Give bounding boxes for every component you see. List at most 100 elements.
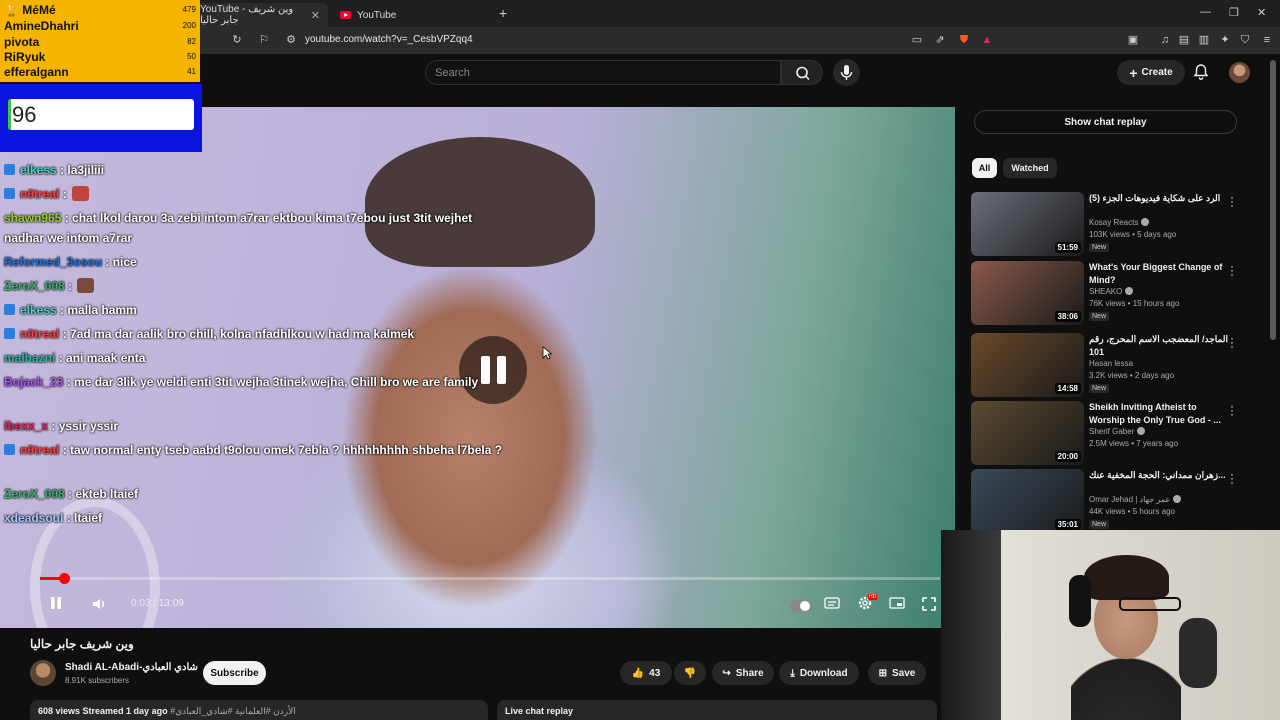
music-icon[interactable]: ♫ (1159, 34, 1171, 46)
subscribe-button[interactable]: Subscribe (203, 661, 266, 685)
notifications-bell-icon[interactable] (1192, 63, 1210, 81)
recommended-channel[interactable]: Omar Jehad | عمر جهاد (1089, 495, 1170, 504)
recommended-channel-line: Sherif Gaber (1089, 427, 1146, 436)
fullscreen-button[interactable] (921, 596, 937, 615)
download-button[interactable]: ⤓ Download (779, 661, 859, 685)
url-field[interactable]: youtube.com/watch?v=_CesbVPZqq4 (305, 34, 473, 45)
webcam-background (941, 530, 1001, 720)
video-thumbnail[interactable]: 20:00 (971, 401, 1084, 465)
vpn-icon[interactable]: ⛉ (1239, 34, 1251, 46)
more-options-icon[interactable]: · · · (1230, 400, 1234, 420)
chip-watched[interactable]: Watched (1003, 158, 1057, 178)
miniplayer-button[interactable] (889, 596, 905, 613)
subtitles-button[interactable] (824, 596, 840, 613)
chip-all[interactable]: All (972, 158, 997, 178)
recommended-channel[interactable]: SHEAKO (1089, 287, 1122, 296)
search-input[interactable]: Search (425, 60, 781, 85)
recommended-channel[interactable]: Sherif Gaber (1089, 427, 1134, 436)
site-info-icon[interactable]: ⚙ (285, 34, 297, 46)
recommended-video[interactable]: 38:06 What's Your Biggest Change of Mind?… (971, 260, 1256, 325)
rewards-icon[interactable]: ▲ (981, 34, 993, 46)
more-options-icon[interactable]: · · · (1230, 332, 1234, 352)
show-chat-replay-button[interactable]: Show chat replay (974, 110, 1237, 134)
recommended-video[interactable]: 20:00 Sheikh Inviting Atheist to Worship … (971, 400, 1256, 465)
recommended-title[interactable]: Sheikh Inviting Atheist to Worship the O… (1089, 401, 1229, 427)
autoplay-toggle[interactable] (790, 600, 812, 612)
volume-icon (93, 599, 104, 609)
more-options-icon[interactable]: · · · (1230, 191, 1234, 211)
reload-icon[interactable]: ↻ (231, 34, 243, 46)
close-tab-icon[interactable]: ✕ (311, 9, 320, 22)
account-avatar[interactable] (1229, 62, 1250, 83)
duration-badge: 51:59 (1054, 242, 1081, 253)
sidebar-toggle-icon[interactable]: ▣ (1127, 34, 1139, 46)
leaderboard-row: RiRyuk 50 (4, 50, 196, 65)
more-options-icon[interactable]: · · · (1230, 468, 1234, 488)
new-tab-icon[interactable]: + (499, 5, 507, 21)
duration-badge: 35:01 (1054, 519, 1081, 530)
video-thumbnail[interactable]: 14:58 (971, 333, 1084, 397)
chat-text: : 7ad ma dar aalik bro chill, kolna nfad… (59, 327, 415, 341)
description-box[interactable]: 608 views Streamed 1 day ago #الأردن #ال… (30, 700, 488, 720)
menu-icon[interactable]: ≡ (1261, 34, 1273, 46)
cast-icon[interactable]: ▭ (911, 34, 923, 46)
recommended-title[interactable]: زهران ممداني: الحجة المخفية عنك... (1089, 469, 1229, 482)
dislike-button[interactable]: 👎 (674, 661, 706, 685)
create-label: Create (1141, 67, 1173, 78)
tab-label: YouTube - وين شريف جابر حاليا (200, 4, 294, 26)
page-scrollbar[interactable] (1270, 60, 1276, 340)
wallet-icon[interactable]: ▥ (1198, 34, 1210, 46)
channel-avatar[interactable] (30, 660, 56, 686)
video-thumbnail[interactable]: 51:59 (971, 192, 1084, 256)
plus-icon: + (1129, 64, 1138, 81)
miniplayer-icon (889, 597, 905, 609)
recommended-channel[interactable]: Kosay Reacts (1089, 218, 1138, 227)
video-thumbnail[interactable]: 38:06 (971, 261, 1084, 325)
leaderboard-name: MéMé (22, 3, 56, 17)
trophy-icon: 🏆 (4, 3, 19, 17)
like-button[interactable]: 👍 43 (620, 661, 672, 685)
recommended-title[interactable]: الرد على شكاية فيديوهات الجزء (5) (1089, 192, 1229, 205)
recommended-channel-line: Kosay Reacts (1089, 218, 1150, 227)
center-pause-icon[interactable] (459, 336, 527, 404)
share-label: Share (735, 667, 764, 679)
subscriber-count: 8.91K subscribers (65, 676, 130, 685)
recommended-channel-line: Omar Jehad | عمر جهاد (1089, 495, 1182, 504)
chat-message: n0treal : taw normal enty tseb aabd t9ol… (4, 440, 504, 460)
shield-icon[interactable]: ⛊ (958, 34, 970, 46)
chat-username: n0treal (20, 327, 60, 341)
share-page-icon[interactable]: ⇗ (934, 34, 946, 46)
recommended-video[interactable]: 14:58 الماجد/ المعضجب الاسم المحرج، رقم 1… (971, 332, 1256, 397)
create-button[interactable]: + Create (1117, 60, 1185, 85)
live-chat-replay-header[interactable]: Live chat replay (497, 700, 937, 720)
headphones (1069, 575, 1091, 627)
video-thumbnail[interactable]: 35:01 (971, 469, 1084, 533)
volume-button[interactable] (91, 596, 107, 615)
hashtags[interactable]: #الأردن #العلمانية #شادي_العبادي (170, 706, 296, 716)
more-options-icon[interactable]: · · · (1230, 260, 1234, 280)
recommended-meta: 76K views • 15 hours ago (1089, 299, 1180, 308)
recommended-title[interactable]: What's Your Biggest Change of Mind? (1089, 261, 1229, 287)
bookmark-icon[interactable]: ⚐ (258, 34, 270, 46)
chat-badge-icon (4, 328, 15, 339)
recommended-video[interactable]: 35:01 زهران ممداني: الحجة المخفية عنك... O… (971, 468, 1256, 533)
minimize-icon[interactable]: — (1200, 6, 1211, 18)
restore-icon[interactable]: ❐ (1229, 6, 1239, 19)
share-button[interactable]: ↪ Share (712, 661, 774, 685)
channel-name[interactable]: Shadi AL-Abadi-شادي العبادي (65, 662, 198, 673)
extensions-icon[interactable]: ✦ (1219, 34, 1231, 46)
voice-search-button[interactable] (833, 59, 860, 86)
tab-youtube[interactable]: YouTube (332, 3, 482, 27)
close-window-icon[interactable]: ✕ (1257, 6, 1266, 19)
tab-youtube-active[interactable]: YouTube - وين شريف جابر حاليا ✕ (192, 3, 328, 27)
save-button[interactable]: ⊞ Save (868, 661, 926, 685)
reader-icon[interactable]: ▤ (1178, 34, 1190, 46)
recommended-video[interactable]: 51:59 الرد على شكاية فيديوهات الجزء (5) Ko… (971, 191, 1256, 256)
save-label: Save (892, 667, 916, 679)
video-progress-bar[interactable] (40, 573, 940, 584)
pause-button[interactable] (48, 595, 64, 614)
recommended-channel[interactable]: Hasan lessa (1089, 359, 1133, 368)
search-button[interactable] (781, 60, 823, 85)
scrubber-handle[interactable] (59, 573, 70, 584)
recommended-title[interactable]: الماجد/ المعضجب الاسم المحرج، رقم 101 (1089, 333, 1229, 359)
